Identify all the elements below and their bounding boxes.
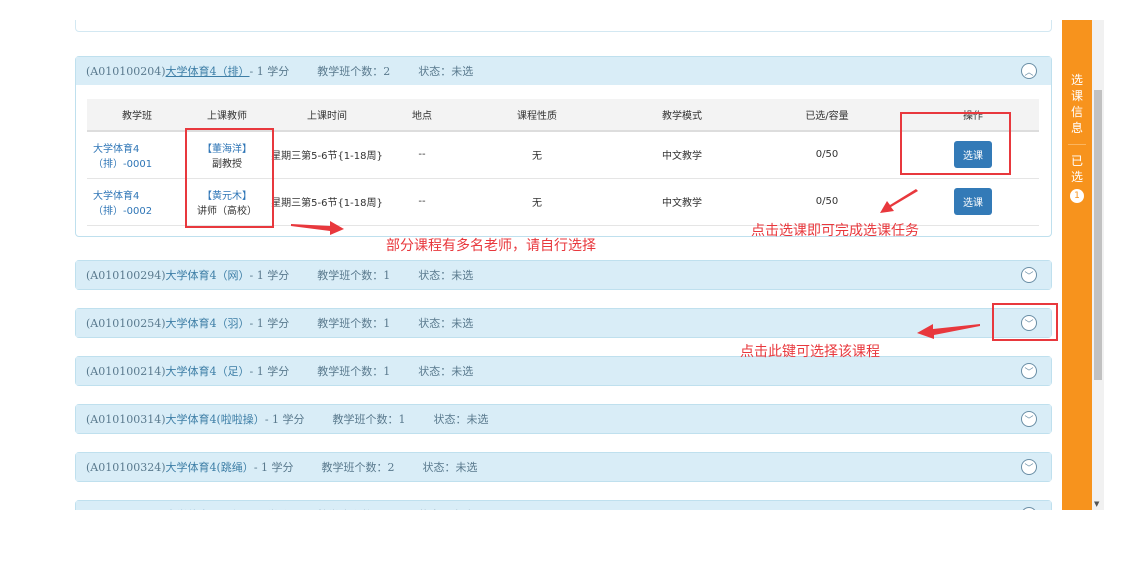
- arrow-down-left-icon: [880, 189, 918, 213]
- arrow-right-icon: [291, 221, 344, 235]
- annotation-text-select: 点击选课即可完成选课任务: [751, 223, 919, 239]
- arrow-left-icon: [917, 324, 980, 339]
- annotation-text-expand: 点击此键可选择该课程: [740, 344, 880, 360]
- annotation-arrows: [291, 189, 980, 339]
- annotation-text-teachers: 部分课程有多名老师，请自行选择: [386, 238, 596, 254]
